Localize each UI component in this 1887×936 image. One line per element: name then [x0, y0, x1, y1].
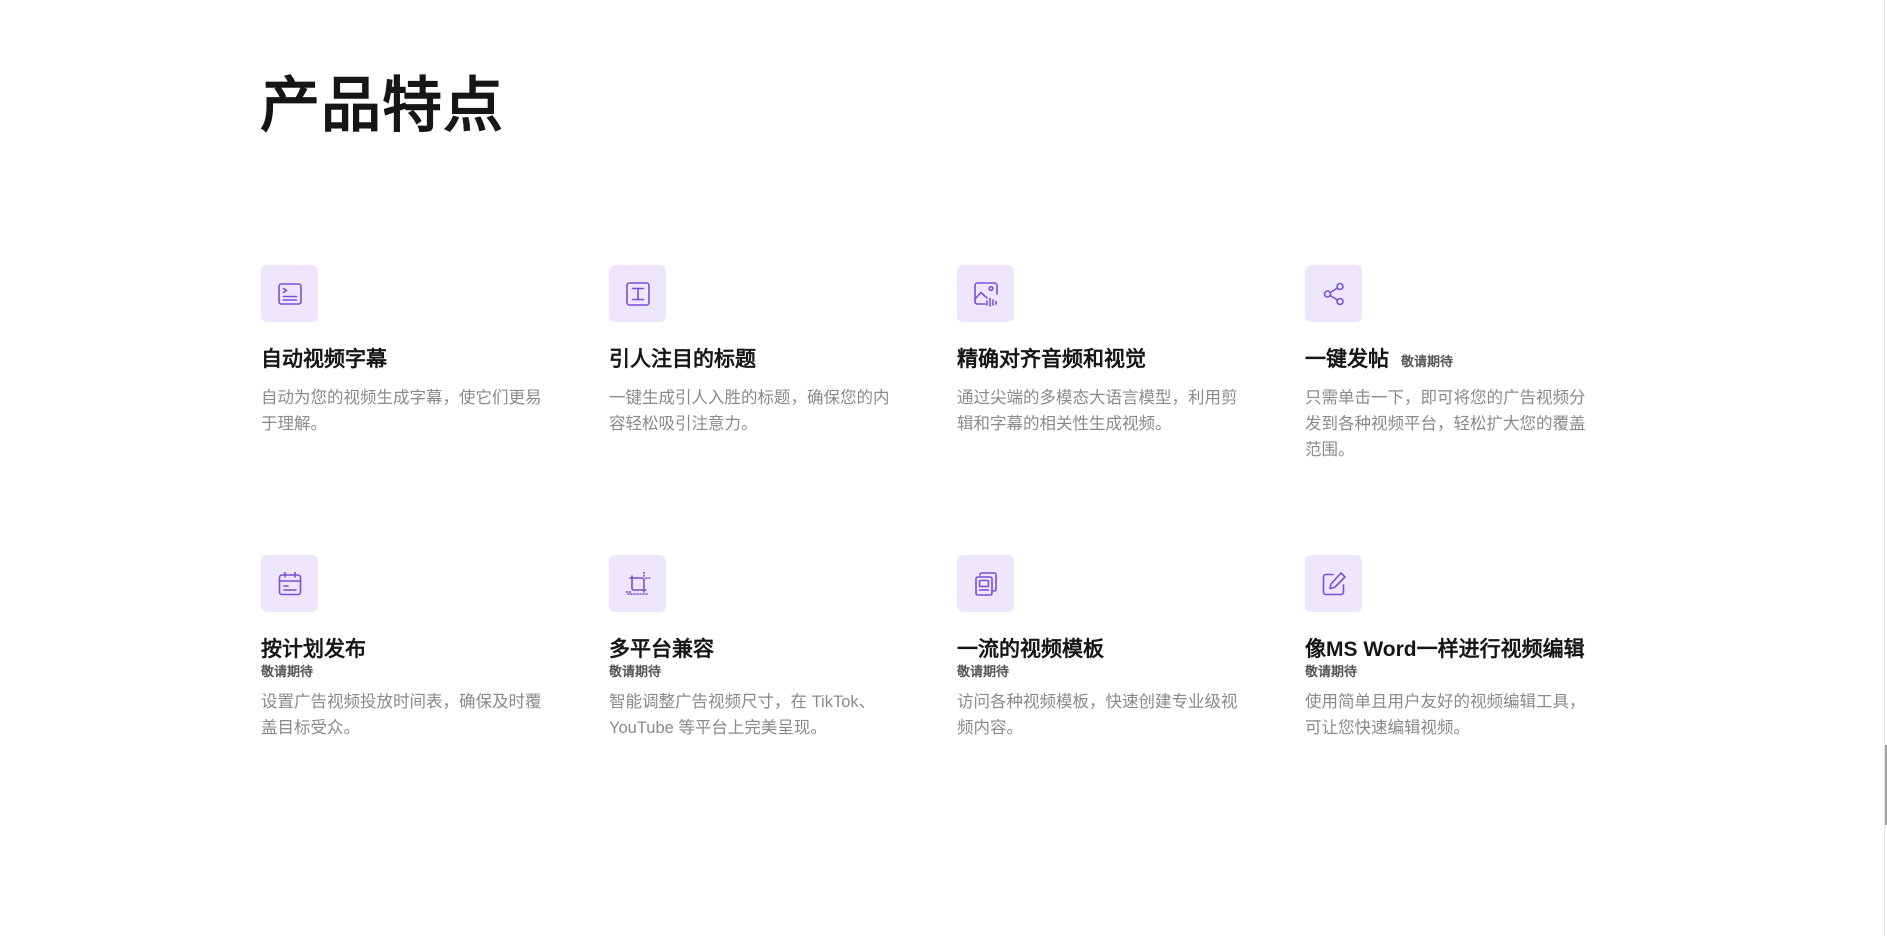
feature-description: 自动为您的视频生成字幕，使它们更易于理解。 [261, 389, 542, 433]
text-title-icon [625, 281, 650, 306]
feature-card-catchy-titles: 引人注目的标题 一键生成引人入胜的标题，确保您的内容轻松吸引注意力。 [609, 265, 909, 555]
coming-soon-badge: 敬请期待 [1305, 664, 1358, 679]
feature-card-one-click-post: 一键发帖 敬请期待 只需单击一下，即可将您的广告视频分发到各种视频平台，轻松扩大… [1305, 265, 1605, 555]
feature-title: 自动视频字幕 [261, 348, 387, 371]
feature-description: 一键生成引人入胜的标题，确保您的内容轻松吸引注意力。 [609, 389, 890, 433]
feature-description: 设置广告视频投放时间表，确保及时覆盖目标受众。 [261, 693, 542, 737]
image-audio-icon [973, 281, 998, 307]
feature-card-video-templates: 一流的视频模板 敬请期待 访问各种视频模板，快速创建专业级视频内容。 [957, 555, 1257, 845]
feature-icon-box [1305, 555, 1362, 612]
page: 产品特点 自动视频字幕 自动为您的视频生成字幕，使它们更易于理解。 引人注目的标… [0, 0, 1887, 936]
share-icon [1323, 282, 1344, 305]
coming-soon-badge: 敬请期待 [957, 664, 1010, 679]
template-stack-icon [974, 571, 997, 596]
feature-card-multi-platform: 多平台兼容 敬请期待 智能调整广告视频尺寸，在 TikTok、YouTube 等… [609, 555, 909, 845]
feature-icon-box [609, 555, 666, 612]
feature-grid: 自动视频字幕 自动为您的视频生成字幕，使它们更易于理解。 引人注目的标题 一键生… [261, 265, 1609, 845]
feature-card-word-like-editing: 像MS Word一样进行视频编辑 敬请期待 使用简单且用户友好的视频编辑工具，可… [1305, 555, 1605, 845]
subtitles-icon [277, 282, 302, 305]
feature-card-audio-visual-align: 精确对齐音频和视觉 通过尖端的多模态大语言模型，利用剪辑和字幕的相关性生成视频。 [957, 265, 1257, 555]
calendar-icon [278, 571, 301, 595]
feature-icon-box [261, 265, 318, 322]
feature-description: 智能调整广告视频尺寸，在 TikTok、YouTube 等平台上完美呈现。 [609, 693, 876, 737]
crop-icon [625, 571, 650, 595]
feature-icon-box [609, 265, 666, 322]
feature-title: 多平台兼容 [609, 638, 714, 661]
feature-card-scheduled-publish: 按计划发布 敬请期待 设置广告视频投放时间表，确保及时覆盖目标受众。 [261, 555, 561, 845]
feature-description: 只需单击一下，即可将您的广告视频分发到各种视频平台，轻松扩大您的覆盖范围。 [1305, 389, 1586, 459]
feature-description: 使用简单且用户友好的视频编辑工具，可让您快速编辑视频。 [1305, 693, 1586, 737]
feature-icon-box [1305, 265, 1362, 322]
feature-icon-box [957, 555, 1014, 612]
feature-title: 一键发帖 [1305, 348, 1389, 371]
coming-soon-badge: 敬请期待 [609, 664, 662, 679]
feature-title: 一流的视频模板 [957, 638, 1104, 661]
feature-title: 像MS Word一样进行视频编辑 [1305, 638, 1585, 661]
coming-soon-badge: 敬请期待 [261, 664, 314, 679]
edit-icon [1322, 571, 1346, 595]
feature-description: 通过尖端的多模态大语言模型，利用剪辑和字幕的相关性生成视频。 [957, 389, 1238, 433]
page-title: 产品特点 [260, 72, 504, 139]
coming-soon-badge: 敬请期待 [1401, 354, 1454, 369]
feature-icon-box [957, 265, 1014, 322]
feature-title: 精确对齐音频和视觉 [957, 348, 1146, 371]
feature-card-auto-subtitles: 自动视频字幕 自动为您的视频生成字幕，使它们更易于理解。 [261, 265, 561, 555]
feature-icon-box [261, 555, 318, 612]
feature-title: 按计划发布 [261, 638, 366, 661]
feature-description: 访问各种视频模板，快速创建专业级视频内容。 [957, 693, 1238, 737]
feature-title: 引人注目的标题 [609, 348, 756, 371]
